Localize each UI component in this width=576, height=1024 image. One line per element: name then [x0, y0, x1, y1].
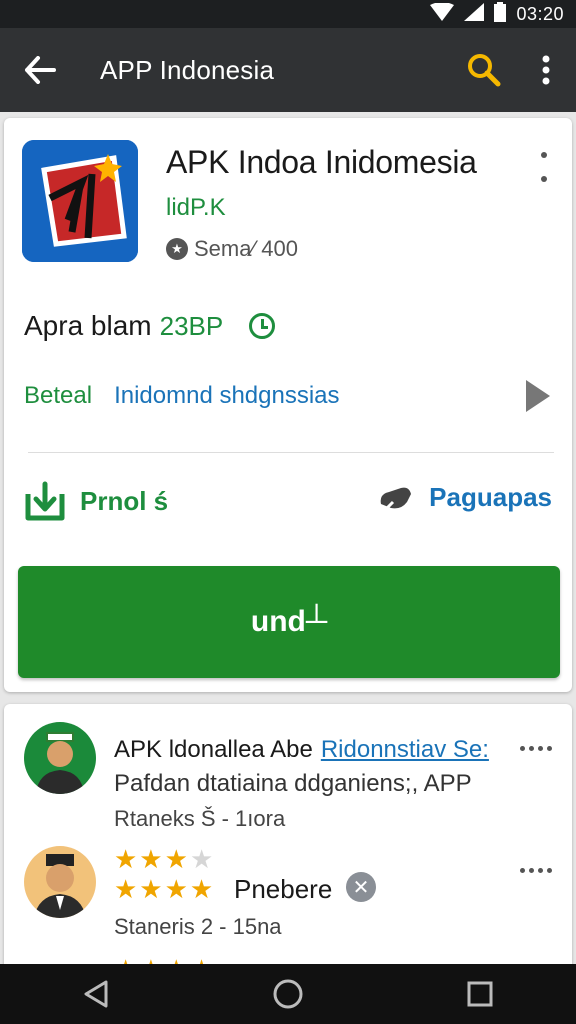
more-vert-icon: [542, 55, 550, 85]
review-meta: Rtaneks Š - 1ıora: [114, 806, 286, 831]
app-details-card: APK Indoa Inidomesia lidP.K ★ Sema⁄ 400 …: [4, 118, 572, 692]
app-icon: [22, 140, 138, 262]
search-icon: [468, 54, 501, 87]
review-more-button[interactable]: [520, 746, 552, 751]
nav-back-button[interactable]: [66, 964, 126, 1024]
reviewer-avatar[interactable]: [24, 846, 96, 918]
search-button[interactable]: [452, 28, 516, 112]
app-name: APK Indoa Inidomesia: [166, 144, 477, 180]
star-icon: ★★★: [114, 844, 190, 874]
app-bar-title: APP Indonesia: [100, 54, 275, 85]
wifi-icon: [430, 1, 455, 26]
app-logo-icon: [22, 140, 138, 262]
review-title: APK ldonallea Abe Ridonnstiav Se:: [114, 736, 489, 763]
links-line: Beteal Inidomnd shdgnssias: [24, 382, 340, 410]
system-nav-bar: [0, 964, 576, 1024]
star-rating-row: ★★★★: [114, 846, 215, 872]
status-time: 03:20: [516, 3, 564, 24]
square-recents-icon: [467, 981, 493, 1007]
star-icon: ★★★★: [114, 874, 216, 904]
rating-text: Sema⁄ 400: [194, 236, 298, 261]
avatar-icon: [24, 722, 96, 794]
nav-home-button[interactable]: [258, 964, 318, 1024]
download-icon: [25, 481, 65, 521]
card-more-button[interactable]: [534, 152, 554, 182]
download-action-label: Prnol ś: [80, 485, 169, 516]
review-link[interactable]: Ridonnstiav Se:: [321, 736, 489, 763]
review-text: Pafdan dtatiaina ddganiens;, APP: [114, 770, 472, 797]
reviewer-name: Pnebere: [234, 874, 333, 904]
share-action-label: Paguapas: [429, 481, 552, 512]
app-bar: APP Indonesia: [0, 28, 576, 112]
circle-home-icon: [273, 979, 303, 1009]
install-button[interactable]: und┴: [18, 566, 560, 678]
close-badge-icon[interactable]: ✕: [346, 872, 376, 902]
battery-icon: [494, 1, 507, 27]
share-action[interactable]: Paguapas: [377, 480, 552, 514]
status-bar: 03:20: [0, 0, 576, 28]
info-label: Apra blam: [24, 310, 152, 341]
avatar-icon: [24, 846, 96, 918]
detail-link[interactable]: Beteal: [24, 382, 92, 410]
divider: [28, 452, 554, 453]
review-more-button[interactable]: [520, 868, 552, 873]
back-button[interactable]: [0, 28, 80, 112]
description-link[interactable]: Inidomnd shdgnssias: [114, 382, 339, 410]
play-arrow-icon[interactable]: [526, 380, 550, 412]
price-text: 23BP: [159, 310, 224, 341]
reviewer-avatar[interactable]: [24, 722, 96, 794]
download-action[interactable]: Prnol ś: [24, 480, 168, 522]
star-empty-icon: ★: [189, 844, 216, 874]
triangle-back-icon: [84, 980, 108, 1008]
star-rating-row: ★★★★: [114, 876, 215, 902]
signal-icon: [464, 2, 485, 26]
clock-icon: [249, 313, 276, 339]
app-rating: ★ Sema⁄ 400: [166, 236, 298, 262]
back-arrow-icon: [25, 56, 56, 84]
star-badge-icon: ★: [166, 238, 188, 260]
overflow-menu-button[interactable]: [516, 28, 576, 112]
nav-recents-button[interactable]: [450, 964, 510, 1024]
info-line: Apra blam 23BP: [24, 310, 276, 342]
developer-link[interactable]: lidP.K: [166, 194, 226, 222]
review-meta: Staneris 2 - 15na: [114, 914, 282, 939]
share-hand-icon: [380, 487, 412, 512]
